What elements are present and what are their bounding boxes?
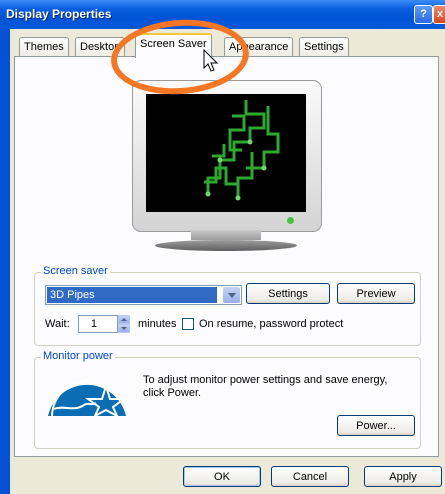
apply-button[interactable]: Apply [364, 466, 442, 487]
wait-minutes-input[interactable]: 1 [78, 315, 118, 333]
chevron-down-icon[interactable] [223, 287, 240, 303]
preview-button[interactable]: Preview [337, 283, 415, 304]
screen-saver-group-label: Screen saver [41, 265, 110, 277]
screen-saver-select[interactable]: 3D Pipes [45, 285, 242, 305]
cancel-button[interactable]: Cancel [271, 466, 349, 487]
energy-star-icon [48, 380, 128, 418]
power-light-icon [287, 217, 294, 224]
spin-down-icon[interactable] [118, 324, 130, 333]
wait-spinner[interactable] [118, 315, 130, 333]
help-button[interactable]: ? [414, 5, 433, 24]
screen-saver-selected-value: 3D Pipes [47, 287, 217, 303]
monitor-preview [132, 80, 322, 232]
monitor-power-group-label: Monitor power [41, 350, 115, 362]
wait-label: Wait: [45, 318, 70, 330]
settings-button[interactable]: Settings [246, 283, 330, 304]
monitor-base [155, 240, 297, 251]
pipes-preview-graphic [204, 100, 280, 201]
power-button[interactable]: Power... [337, 415, 415, 436]
window-frame-left [0, 29, 10, 494]
close-button[interactable]: x [433, 5, 445, 24]
arrow-cursor-icon [203, 49, 219, 72]
monitor-neck [191, 230, 261, 240]
spin-up-icon[interactable] [118, 315, 130, 324]
ok-button[interactable]: OK [183, 466, 261, 487]
screen-saver-preview [146, 94, 306, 212]
monitor-power-description: To adjust monitor power settings and sav… [143, 374, 388, 399]
tab-settings[interactable]: Settings [299, 37, 349, 56]
password-protect-label[interactable]: On resume, password protect [199, 318, 343, 330]
tab-themes[interactable]: Themes [19, 37, 69, 56]
window-title: Display Properties [6, 7, 112, 21]
minutes-label: minutes [138, 318, 177, 330]
password-protect-checkbox[interactable] [182, 318, 194, 330]
